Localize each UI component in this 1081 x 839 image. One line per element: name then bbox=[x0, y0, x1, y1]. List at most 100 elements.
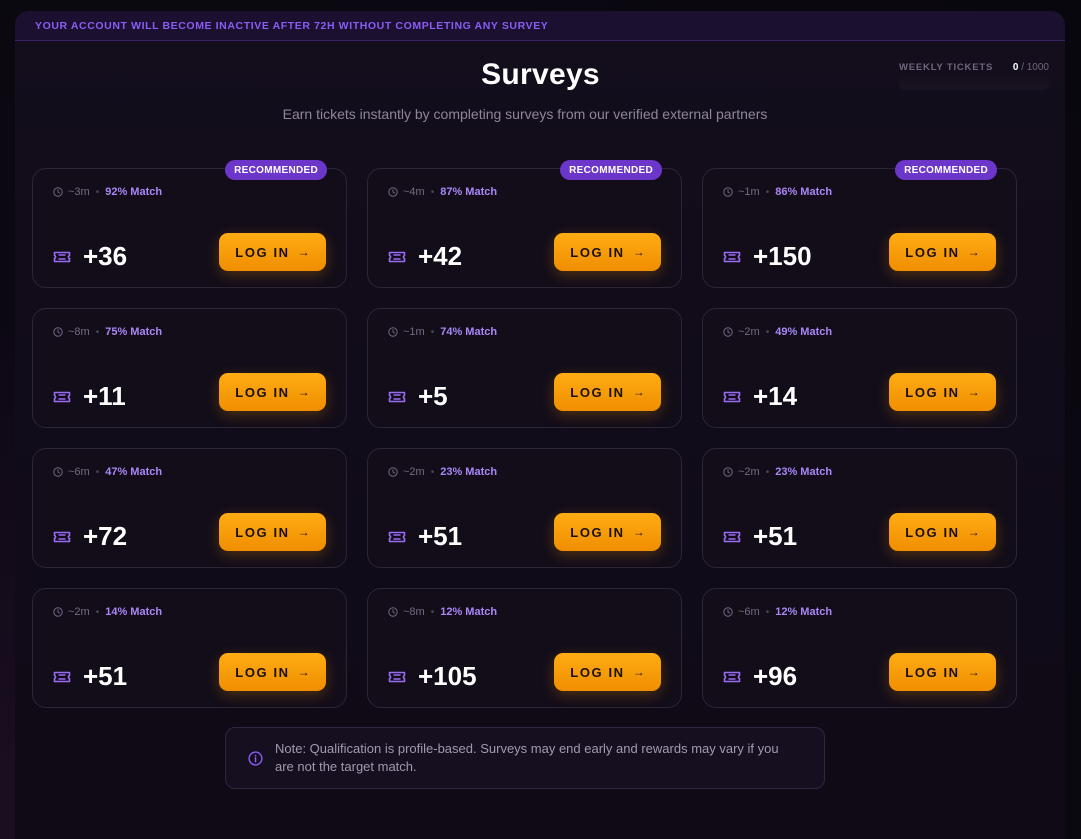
survey-match: 23% Match bbox=[440, 466, 498, 478]
separator-dot: • bbox=[430, 466, 435, 478]
survey-meta: ~2m • 23% Match bbox=[723, 466, 832, 478]
reward-amount: +14 bbox=[753, 381, 798, 411]
weekly-tickets-value: 0 / 1000 bbox=[1013, 62, 1049, 73]
separator-dot: • bbox=[430, 606, 435, 618]
reward-amount: +11 bbox=[83, 381, 126, 411]
arrow-right-icon: → bbox=[632, 245, 645, 259]
separator-dot: • bbox=[765, 606, 770, 618]
survey-duration: ~6m bbox=[738, 606, 760, 618]
survey-card: ~2m • 49% Match +14 LOG IN → bbox=[702, 308, 1017, 428]
survey-card: ~2m • 14% Match +51 LOG IN → bbox=[32, 588, 347, 708]
reward-amount: +150 bbox=[753, 241, 812, 271]
survey-duration: ~8m bbox=[68, 326, 90, 338]
login-button[interactable]: LOG IN → bbox=[889, 373, 996, 411]
login-button-label: LOG IN bbox=[570, 384, 625, 400]
survey-match: 86% Match bbox=[775, 186, 833, 198]
login-button-label: LOG IN bbox=[905, 384, 960, 400]
login-button[interactable]: LOG IN → bbox=[889, 513, 996, 551]
login-button-label: LOG IN bbox=[570, 524, 625, 540]
clock-icon bbox=[53, 467, 63, 477]
survey-meta: ~3m • 92% Match bbox=[53, 186, 162, 198]
survey-reward: +72 bbox=[53, 521, 127, 552]
login-button[interactable]: LOG IN → bbox=[554, 653, 661, 691]
login-button-label: LOG IN bbox=[905, 664, 960, 680]
arrow-right-icon: → bbox=[967, 525, 980, 539]
survey-match: 47% Match bbox=[105, 466, 163, 478]
reward-amount: +5 bbox=[418, 381, 448, 411]
login-button[interactable]: LOG IN → bbox=[554, 233, 661, 271]
arrow-right-icon: → bbox=[967, 245, 980, 259]
arrow-right-icon: → bbox=[297, 525, 310, 539]
reward-amount: +42 bbox=[418, 241, 463, 271]
ticket-icon bbox=[53, 530, 71, 544]
survey-reward: +51 bbox=[53, 661, 127, 692]
survey-duration: ~3m bbox=[68, 186, 90, 198]
survey-card: RECOMMENDED ~3m • 92% Match +36 LOG IN → bbox=[32, 160, 347, 288]
recommended-badge: RECOMMENDED bbox=[895, 160, 997, 180]
survey-card: ~6m • 12% Match +96 LOG IN → bbox=[702, 588, 1017, 708]
note-text: Note: Qualification is profile-based. Su… bbox=[275, 741, 779, 774]
survey-reward: +5 bbox=[388, 381, 448, 412]
ticket-icon bbox=[723, 670, 741, 684]
separator-dot: • bbox=[765, 326, 770, 338]
survey-reward: +51 bbox=[723, 521, 797, 552]
survey-duration: ~1m bbox=[738, 186, 760, 198]
survey-card: ~2m • 23% Match +51 LOG IN → bbox=[702, 448, 1017, 568]
ticket-icon bbox=[53, 250, 71, 264]
survey-duration: ~2m bbox=[738, 466, 760, 478]
survey-duration: ~2m bbox=[403, 466, 425, 478]
login-button[interactable]: LOG IN → bbox=[889, 233, 996, 271]
info-icon bbox=[248, 750, 263, 766]
ticket-icon bbox=[388, 530, 406, 544]
login-button[interactable]: LOG IN → bbox=[219, 513, 326, 551]
separator-dot: • bbox=[430, 186, 435, 198]
login-button[interactable]: LOG IN → bbox=[219, 233, 326, 271]
login-button-label: LOG IN bbox=[235, 384, 290, 400]
separator-dot: • bbox=[765, 186, 770, 198]
ticket-icon bbox=[723, 530, 741, 544]
arrow-right-icon: → bbox=[967, 385, 980, 399]
login-button[interactable]: LOG IN → bbox=[554, 513, 661, 551]
login-button[interactable]: LOG IN → bbox=[554, 373, 661, 411]
login-button[interactable]: LOG IN → bbox=[889, 653, 996, 691]
survey-duration: ~2m bbox=[68, 606, 90, 618]
login-button[interactable]: LOG IN → bbox=[219, 373, 326, 411]
survey-meta: ~6m • 47% Match bbox=[53, 466, 162, 478]
clock-icon bbox=[53, 327, 63, 337]
recommended-badge: RECOMMENDED bbox=[225, 160, 327, 180]
survey-meta: ~6m • 12% Match bbox=[723, 606, 832, 618]
arrow-right-icon: → bbox=[297, 385, 310, 399]
clock-icon bbox=[723, 187, 733, 197]
survey-meta: ~1m • 86% Match bbox=[723, 186, 832, 198]
ticket-icon bbox=[723, 250, 741, 264]
arrow-right-icon: → bbox=[632, 665, 645, 679]
login-button-label: LOG IN bbox=[905, 244, 960, 260]
survey-meta: ~2m • 23% Match bbox=[388, 466, 497, 478]
survey-match: 87% Match bbox=[440, 186, 498, 198]
survey-duration: ~4m bbox=[403, 186, 425, 198]
recommended-badge: RECOMMENDED bbox=[560, 160, 662, 180]
reward-amount: +36 bbox=[83, 241, 128, 271]
survey-duration: ~6m bbox=[68, 466, 90, 478]
weekly-tickets-label: WEEKLY TICKETS bbox=[899, 62, 994, 73]
reward-amount: +51 bbox=[83, 661, 128, 691]
survey-card: RECOMMENDED ~4m • 87% Match +42 LOG IN → bbox=[367, 160, 682, 288]
survey-reward: +36 bbox=[53, 241, 127, 272]
weekly-tickets-current: 0 bbox=[1012, 62, 1019, 73]
page-subtitle: Earn tickets instantly by completing sur… bbox=[282, 106, 768, 122]
survey-card: ~8m • 12% Match +105 LOG IN → bbox=[367, 588, 682, 708]
survey-card: ~6m • 47% Match +72 LOG IN → bbox=[32, 448, 347, 568]
ticket-icon bbox=[388, 250, 406, 264]
arrow-right-icon: → bbox=[297, 245, 310, 259]
login-button-label: LOG IN bbox=[235, 244, 290, 260]
ticket-icon bbox=[53, 390, 71, 404]
survey-card: ~1m • 74% Match +5 LOG IN → bbox=[367, 308, 682, 428]
separator-dot: • bbox=[95, 186, 100, 198]
ticket-icon bbox=[388, 390, 406, 404]
survey-meta: ~2m • 14% Match bbox=[53, 606, 162, 618]
arrow-right-icon: → bbox=[297, 665, 310, 679]
inactivity-warning-banner: YOUR ACCOUNT WILL BECOME INACTIVE AFTER … bbox=[15, 11, 1065, 41]
login-button-label: LOG IN bbox=[235, 524, 290, 540]
survey-card: RECOMMENDED ~1m • 86% Match +150 LOG IN … bbox=[702, 160, 1017, 288]
login-button[interactable]: LOG IN → bbox=[219, 653, 326, 691]
